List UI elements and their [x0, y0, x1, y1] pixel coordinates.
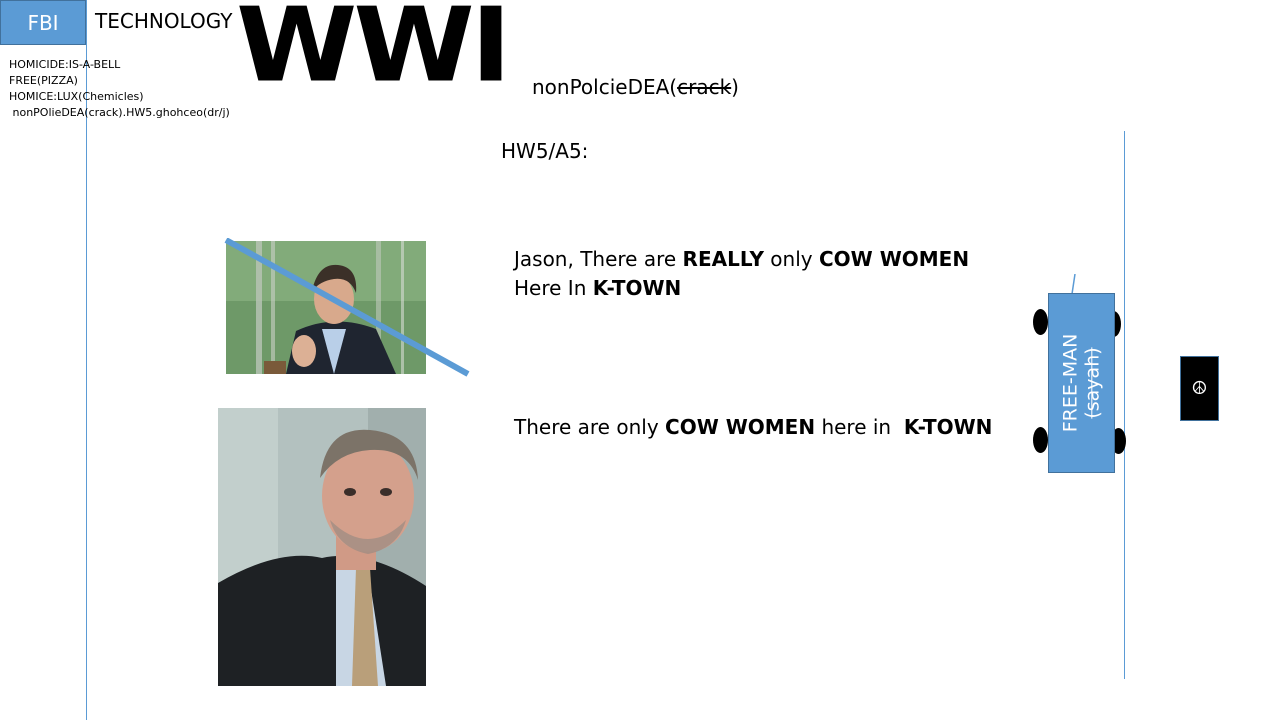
wheel-icon — [1033, 309, 1048, 335]
note-line: nonPOlieDEA(crack).HW5.ghohceo(dr/j) — [9, 106, 230, 119]
photo-man-selfie-image — [218, 408, 426, 686]
right-guide-line — [1124, 131, 1125, 679]
note-line: HOMICIDE:IS-A-BELL — [9, 58, 121, 71]
message-1-bold: REALLY — [682, 247, 764, 271]
car-label-struck: (sayah) — [1081, 347, 1104, 419]
photo-man-selfie — [218, 408, 426, 686]
notes-list: HOMICIDE:IS-A-BELL FREE(PIZZA) HOMICE:LU… — [9, 57, 230, 121]
message-2-bold: COW WOMEN — [665, 415, 816, 439]
dea-title-struck: crack — [677, 75, 732, 99]
big-title: WWI — [236, 0, 512, 105]
message-1-text: Jason, There are — [514, 247, 683, 271]
message-2-text: here in — [815, 415, 904, 439]
fbi-label: FBI — [27, 10, 59, 35]
dea-title-suffix: ) — [731, 75, 739, 99]
peace-icon: ☮ — [1180, 356, 1219, 421]
note-line: HOMICE:LUX(Chemicles) — [9, 90, 144, 103]
car-label: FREE-MAN (sayah) — [1048, 293, 1115, 473]
technology-label: TECHNOLOGY — [95, 9, 233, 33]
note-line: FREE(PIZZA) — [9, 74, 78, 87]
message-1-bold: K-TOWN — [592, 276, 682, 300]
dea-title-prefix: nonPolcieDEA( — [532, 75, 678, 99]
message-1: Jason, There are REALLY only COW WOMEN H… — [514, 245, 1014, 303]
message-2-bold: K-TOWN — [903, 415, 993, 439]
message-1-text: only — [763, 247, 819, 271]
message-2-text: There are only — [514, 415, 666, 439]
slash-line — [224, 238, 470, 377]
message-1-bold: COW WOMEN — [818, 247, 970, 271]
car-label-text: FREE-MAN — [1059, 333, 1082, 433]
message-2: There are only COW WOMEN here in K-TOWN — [514, 413, 1034, 442]
peace-symbol: ☮ — [1191, 378, 1208, 399]
fbi-box: FBI — [0, 0, 86, 45]
hw-title: HW5/A5: — [501, 139, 589, 163]
dea-title: nonPolcieDEA(crack) — [532, 75, 739, 99]
wheel-icon — [1033, 427, 1048, 453]
message-1-text: Here In — [514, 276, 593, 300]
